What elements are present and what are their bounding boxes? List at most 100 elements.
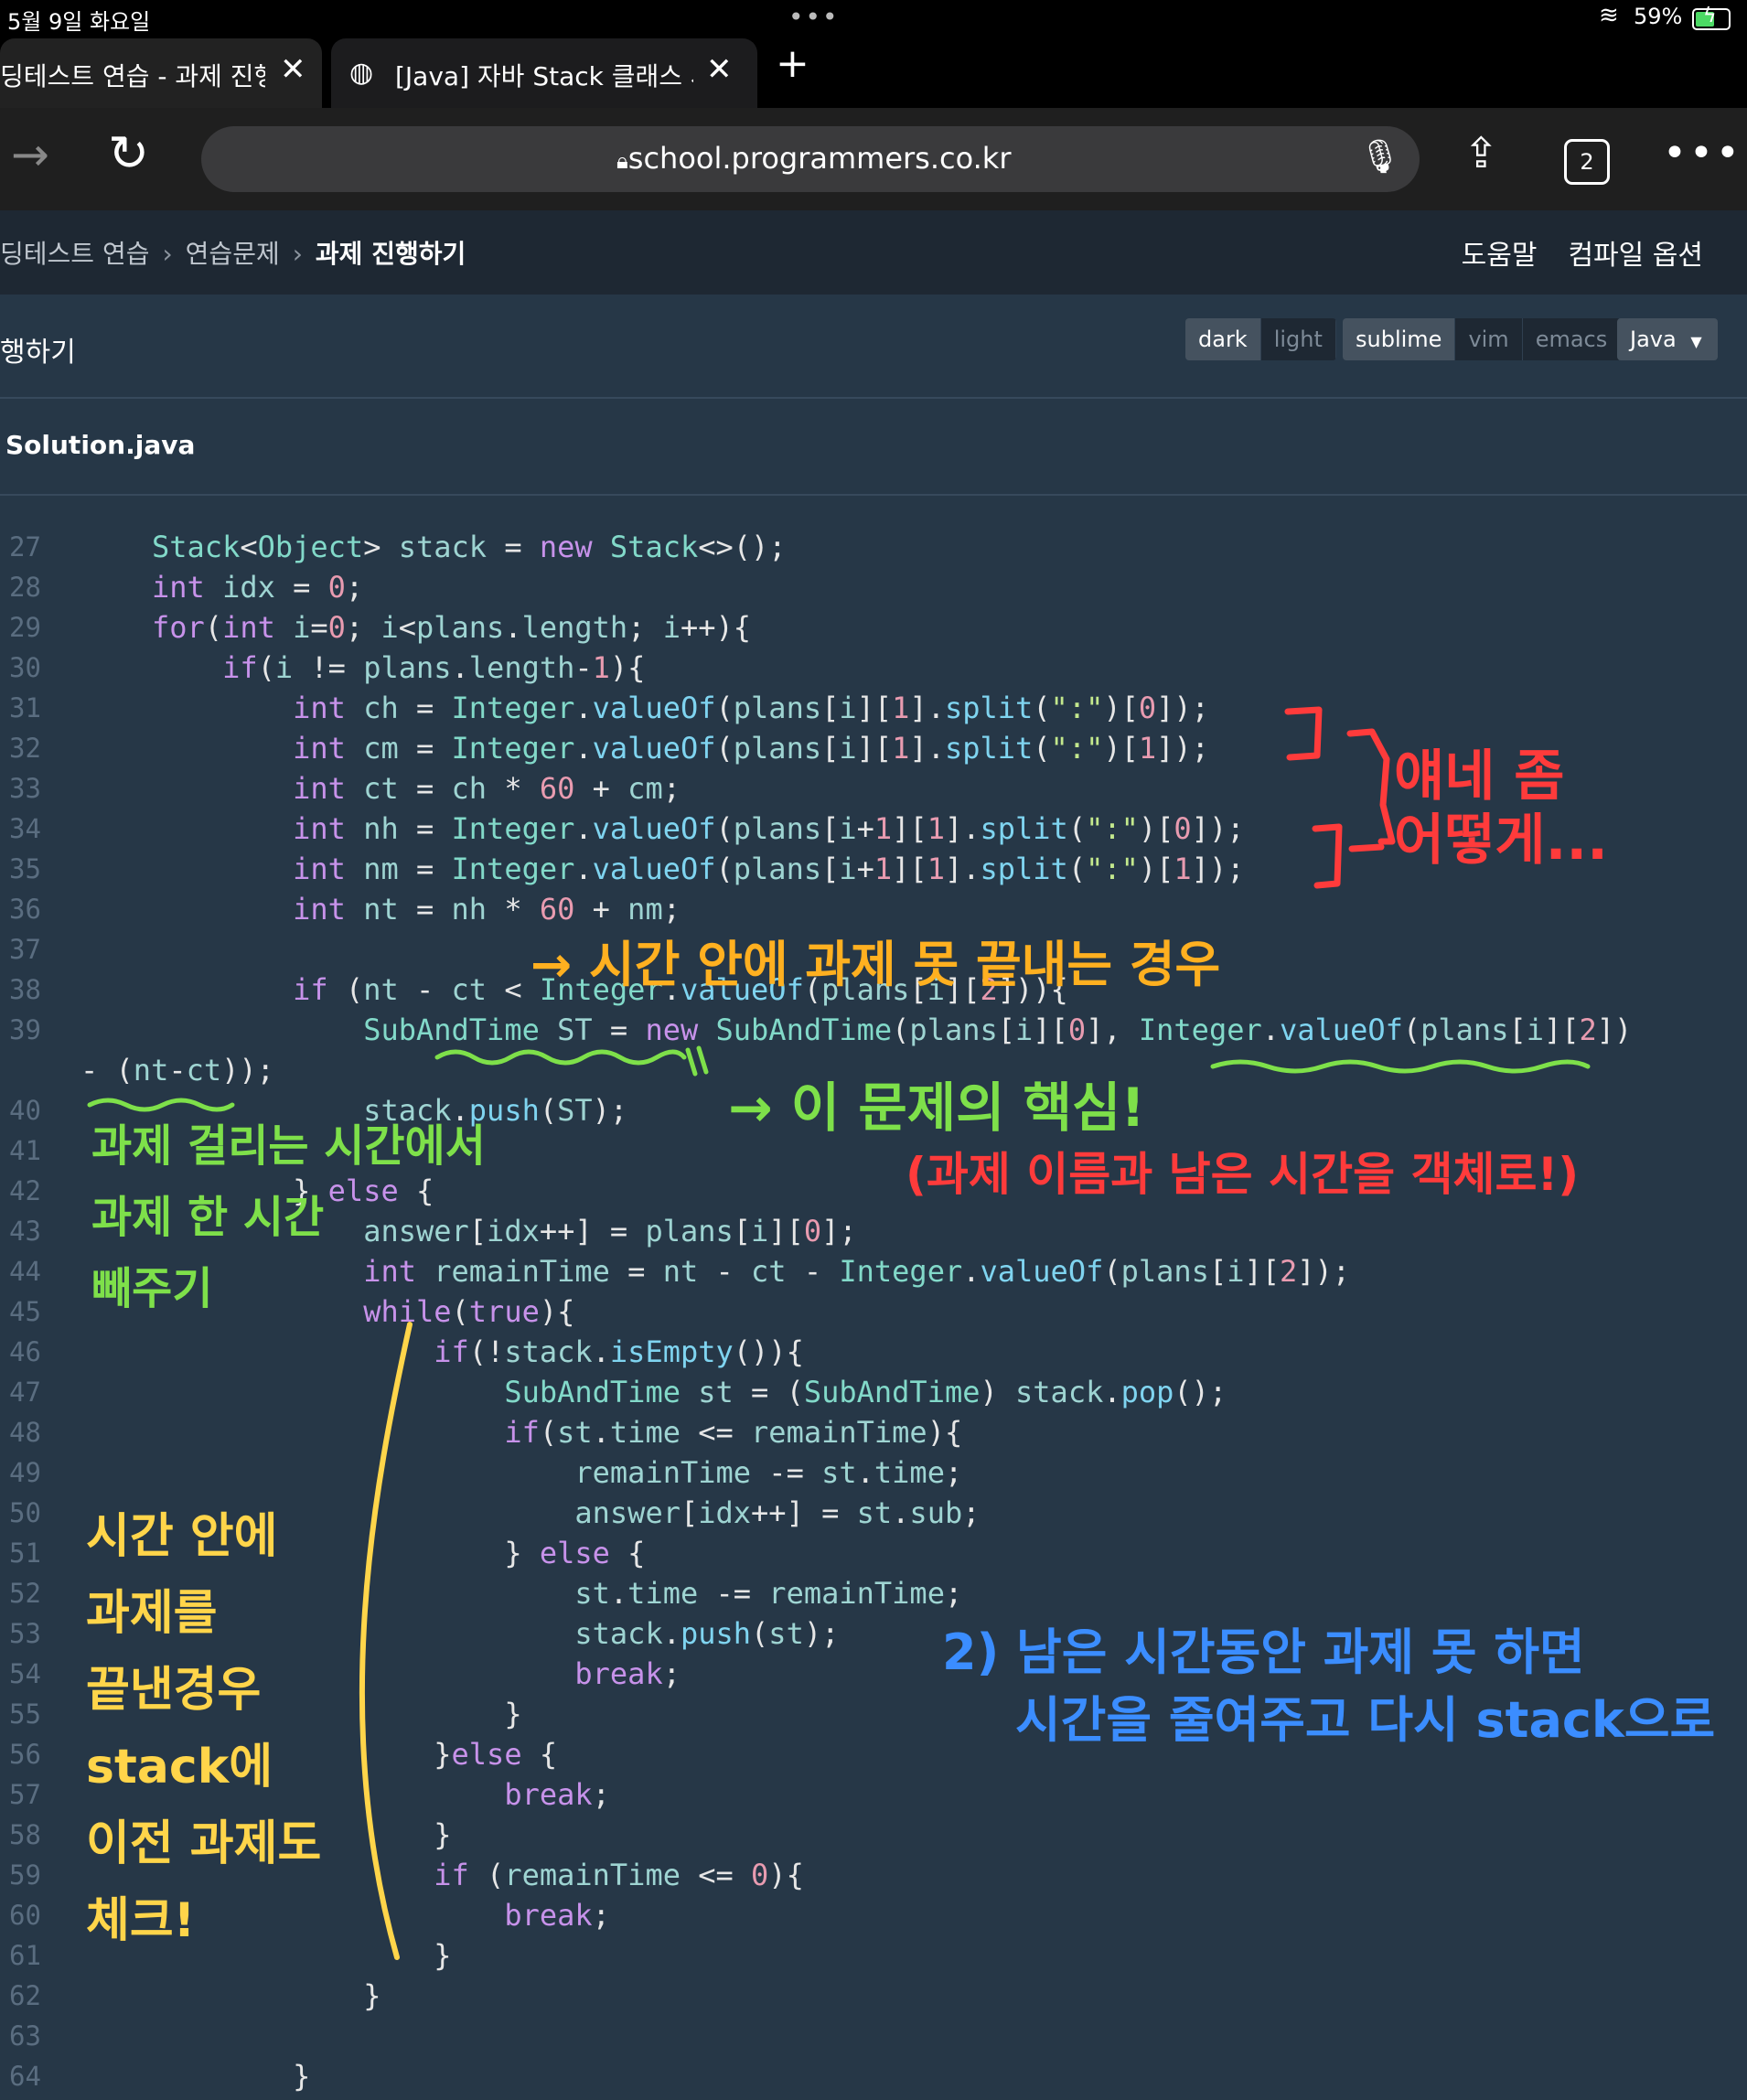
line-number: 31 <box>9 692 41 723</box>
challenge-header: 행하기 dark light sublime vim emacs Java ▼ <box>0 295 1747 399</box>
theme-light-button[interactable]: light <box>1260 318 1336 360</box>
line-number: 32 <box>9 733 41 764</box>
line-number: 61 <box>9 1940 41 1971</box>
reload-icon[interactable]: ↻ <box>108 124 149 182</box>
code-text: int ct = ch * 60 + cm; <box>293 771 681 806</box>
line-number: 28 <box>9 572 41 603</box>
line-number: 60 <box>9 1900 41 1931</box>
status-bar: 5월 9일 화요일 ••• ≋ 59% ϟ <box>0 0 1747 38</box>
line-number: 46 <box>9 1336 41 1367</box>
chevron-right-icon: › <box>292 239 303 269</box>
code-text: if(i != plans.length-1){ <box>222 650 646 685</box>
line-number: 42 <box>9 1175 41 1206</box>
code-text: } <box>293 2059 311 2094</box>
annotation-orange-case: → 시간 안에 과제 못 끝내는 경우 <box>531 936 1221 993</box>
line-number: 39 <box>9 1014 41 1045</box>
code-text: int cm = Integer.valueOf(plans[i][1].spl… <box>293 731 1209 766</box>
lock-icon: 🔒︎ <box>616 148 628 174</box>
site-navbar: 딩테스트 연습 › 연습문제 › 과제 진행하기 도움말 컴파일 옵션 <box>0 210 1747 295</box>
breadcrumb-item[interactable]: 연습문제 <box>186 239 280 269</box>
file-bar: Solution.java <box>0 399 1747 496</box>
address-bar[interactable]: 🔒︎school.programmers.co.kr 🎙︎ <box>201 126 1420 192</box>
annotation-blue: 2) 남은 시간동안 과제 못 하면 시간을 줄여주고 다시 stack으로 <box>942 1619 1715 1754</box>
line-number: 57 <box>9 1779 41 1810</box>
language-select[interactable]: Java ▼ <box>1617 318 1718 360</box>
chevron-right-icon: › <box>162 239 173 269</box>
keymap-toggle: sublime vim emacs <box>1343 318 1622 360</box>
close-tab-icon[interactable]: ✕ <box>280 51 306 88</box>
annotation-line: 2) 남은 시간동안 과제 못 하면 <box>942 1623 1585 1681</box>
url-value: school.programmers.co.kr <box>627 141 1012 176</box>
line-number: 34 <box>9 813 41 844</box>
keymap-sublime-button[interactable]: sublime <box>1343 318 1456 360</box>
line-number: 56 <box>9 1739 41 1770</box>
forward-arrow-icon[interactable]: → <box>11 128 49 181</box>
breadcrumb: 딩테스트 연습 › 연습문제 › 과제 진행하기 <box>0 234 466 271</box>
multitask-dots-icon[interactable]: ••• <box>788 2 840 32</box>
annotation-yellow-left: 시간 안에 과제를 끝낸경우 stack에 이전 과제도 체크! <box>86 1498 321 1959</box>
line-number: 49 <box>9 1457 41 1488</box>
line-number: 64 <box>9 2061 41 2092</box>
annotation-line: 시간 안에 <box>86 1509 278 1564</box>
line-number: 27 <box>9 531 41 562</box>
theme-dark-button[interactable]: dark <box>1185 318 1261 360</box>
line-number: 52 <box>9 1578 41 1609</box>
line-number: 55 <box>9 1698 41 1730</box>
annotation-line: 과제 걸리는 시간에서 <box>91 1120 486 1172</box>
microphone-icon[interactable]: 🎙︎ <box>1359 137 1401 176</box>
annotation-line: 시간을 줄여주고 다시 stack으로 <box>1015 1691 1716 1749</box>
code-wrap-text: - (nt-ct)); <box>80 1053 274 1088</box>
file-name: Solution.java <box>5 430 196 460</box>
line-number: 59 <box>9 1859 41 1891</box>
compile-options-link[interactable]: 컴파일 옵션 <box>1568 240 1703 272</box>
line-number: 53 <box>9 1618 41 1649</box>
code-text: for(int i=0; i<plans.length; i++){ <box>152 610 752 645</box>
annotation-green-left: 과제 걸리는 시간에서 과제 한 시간 빼주기 <box>91 1110 486 1324</box>
code-text: Stack<Object> stack = new Stack<>(); <box>152 530 787 564</box>
tab-title: [Java] 자바 Stack 클래스 사 <box>395 61 693 91</box>
annotation-red-core: (과제 이름과 남은 시간을 객체로!) <box>906 1148 1580 1201</box>
tab-count-button[interactable]: 2 <box>1564 139 1610 185</box>
tab-strip: 딩테스트 연습 - 과제 진행하 ✕ ◍ [Java] 자바 Stack 클래스… <box>0 38 1747 108</box>
line-number: 36 <box>9 894 41 925</box>
annotation-line: 체크! <box>86 1893 196 1948</box>
code-text: if(st.time <= remainTime){ <box>504 1415 963 1450</box>
browser-tab-2[interactable]: ◍ [Java] 자바 Stack 클래스 사 ✕ <box>331 38 757 108</box>
caret-down-icon: ▼ <box>1690 333 1702 350</box>
browser-tab-1[interactable]: 딩테스트 연습 - 과제 진행하 ✕ <box>0 38 322 108</box>
keymap-emacs-button[interactable]: emacs <box>1522 318 1622 360</box>
language-value: Java <box>1630 327 1677 352</box>
code-text: int nh = Integer.valueOf(plans[i+1][1].s… <box>293 811 1245 846</box>
line-number: 40 <box>9 1095 41 1126</box>
code-text: int idx = 0; <box>152 570 364 605</box>
line-number: 38 <box>9 974 41 1005</box>
line-number: 33 <box>9 773 41 804</box>
help-link[interactable]: 도움말 <box>1462 240 1538 272</box>
theme-toggle: dark light <box>1185 318 1336 360</box>
line-number: 63 <box>9 2020 41 2052</box>
annotation-line: stack에 <box>86 1740 273 1795</box>
line-number: 48 <box>9 1417 41 1448</box>
breadcrumb-current: 과제 진행하기 <box>315 239 466 269</box>
line-number: 54 <box>9 1658 41 1689</box>
line-number: 51 <box>9 1538 41 1569</box>
annotation-red-side: 얘네 좀 어떻게... <box>1394 745 1608 873</box>
annotation-line: 어떻게... <box>1394 809 1608 873</box>
line-number: 47 <box>9 1377 41 1408</box>
code-text: int ch = Integer.valueOf(plans[i][1].spl… <box>293 691 1209 725</box>
line-number: 29 <box>9 612 41 643</box>
annotation-line: 과제를 <box>86 1586 218 1641</box>
share-icon[interactable]: ⇪ <box>1463 128 1499 177</box>
more-options-icon[interactable]: ••• <box>1663 130 1742 177</box>
annotation-line: 이전 과제도 <box>86 1816 322 1871</box>
new-tab-icon[interactable]: + <box>776 40 809 87</box>
keymap-vim-button[interactable]: vim <box>1455 318 1523 360</box>
breadcrumb-item[interactable]: 딩테스트 연습 <box>0 239 149 269</box>
close-tab-icon[interactable]: ✕ <box>706 51 733 88</box>
battery-percent: 59% <box>1634 4 1683 29</box>
line-number: 45 <box>9 1296 41 1327</box>
code-text: SubAndTime ST = new SubAndTime(plans[i][… <box>363 1012 1633 1047</box>
tab-title: 딩테스트 연습 - 과제 진행하 <box>0 61 265 91</box>
battery-icon: ϟ <box>1692 5 1731 30</box>
browser-toolbar: → ↻ 🔒︎school.programmers.co.kr 🎙︎ ⇪ 2 ••… <box>0 108 1747 210</box>
